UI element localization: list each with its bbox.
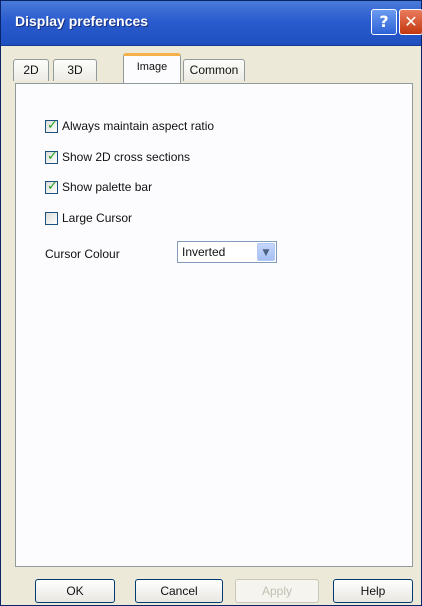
cursor-colour-label: Cursor Colour [45, 247, 120, 261]
check-mark-icon: ✓ [47, 148, 58, 164]
option-label: Show palette bar [62, 180, 153, 194]
checkbox-checked[interactable]: ✓ [45, 117, 58, 133]
cancel-button[interactable]: Cancel [135, 579, 223, 603]
tab-2d[interactable]: 2D [13, 59, 49, 81]
option-label: Show 2D cross sections [62, 150, 191, 164]
check-mark-icon: ✓ [47, 178, 58, 194]
checkbox-unchecked[interactable] [45, 211, 58, 225]
chevron-down-icon[interactable]: ▼ [257, 243, 275, 261]
option-label: Always maintain aspect ratio [62, 119, 215, 133]
apply-button[interactable]: Apply [235, 579, 319, 603]
option-large-cursor[interactable]: Large Cursor [45, 210, 132, 226]
check-mark-icon: ✓ [47, 117, 58, 133]
cursor-colour-select[interactable]: Inverted ▼ [177, 241, 277, 263]
tab-image[interactable]: Image [123, 53, 181, 83]
option-show-2d-cross-sections[interactable]: ✓ Show 2D cross sections [45, 149, 190, 165]
title-bar[interactable]: Display preferences ? ✕ [1, 1, 422, 46]
close-icon[interactable]: ✕ [399, 9, 422, 35]
tab-common[interactable]: Common [183, 59, 245, 81]
display-preferences-dialog: Display preferences ? ✕ 2D 3D Image Comm… [0, 0, 422, 606]
cursor-colour-value: Inverted [182, 245, 226, 259]
ok-button[interactable]: OK [35, 579, 115, 603]
option-always-maintain-aspect-ratio[interactable]: ✓ Always maintain aspect ratio [45, 118, 214, 134]
help-button[interactable]: Help [333, 579, 413, 603]
tab-3d[interactable]: 3D [53, 59, 97, 81]
checkbox-checked[interactable]: ✓ [45, 178, 58, 194]
window-title: Display preferences [15, 13, 149, 29]
option-show-palette-bar[interactable]: ✓ Show palette bar [45, 179, 152, 195]
help-icon[interactable]: ? [371, 9, 397, 35]
checkbox-checked[interactable]: ✓ [45, 148, 58, 164]
option-label: Large Cursor [62, 211, 133, 225]
